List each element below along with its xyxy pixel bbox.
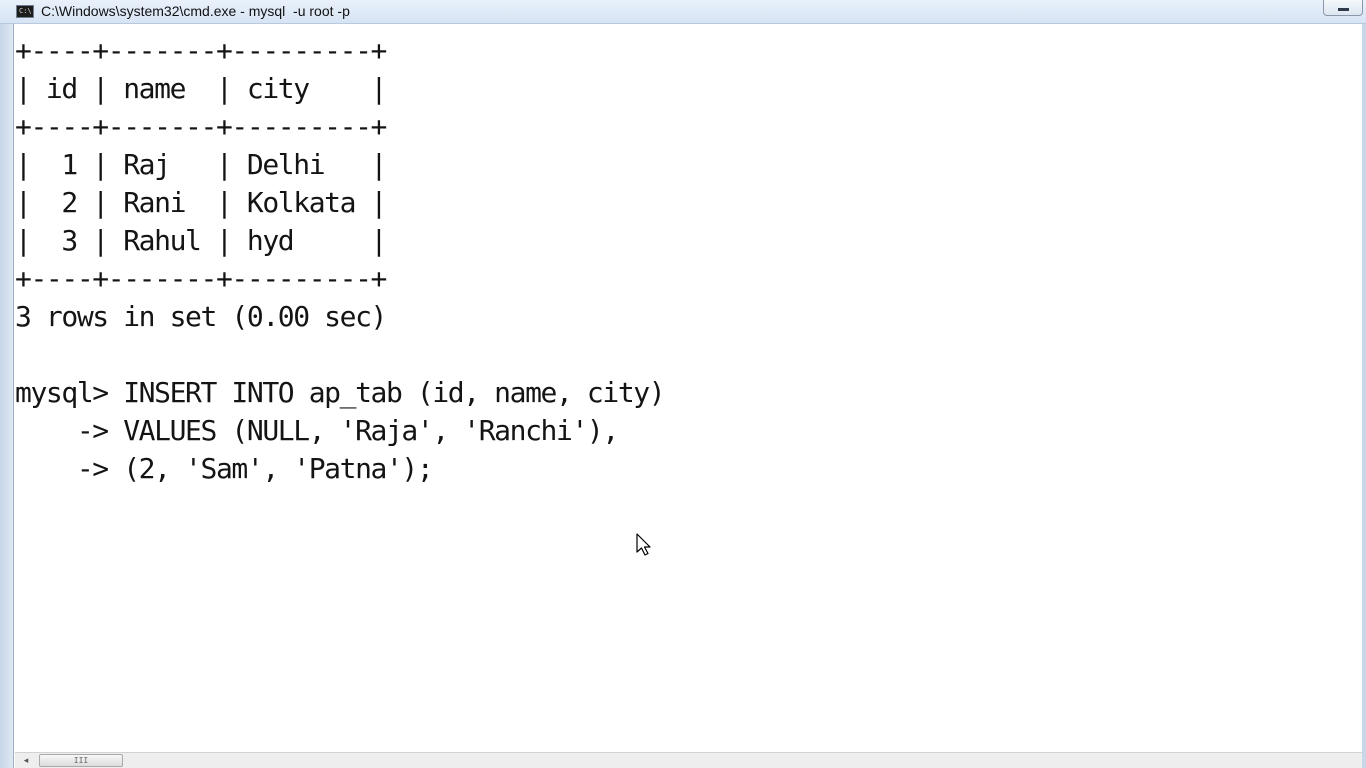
table-border-top: +----+-------+---------+	[15, 34, 387, 67]
scroll-left-arrow-icon[interactable]: ◂	[19, 754, 33, 768]
table-border-bottom: +----+-------+---------+	[15, 262, 387, 295]
continuation-line: -> VALUES (NULL, 'Raja', 'Ranchi'),	[15, 414, 619, 447]
cmd-icon: C:\	[16, 5, 34, 18]
mysql-prompt-line: mysql> INSERT INTO ap_tab (id, name, cit…	[15, 376, 666, 409]
horizontal-scrollbar[interactable]: ◂ III	[15, 752, 1362, 768]
window-title: C:\Windows\system32\cmd.exe - mysql -u r…	[41, 3, 350, 19]
table-row: | 2 | Rani | Kolkata |	[15, 186, 387, 219]
query-result-summary: 3 rows in set (0.00 sec)	[15, 300, 387, 333]
table-header-border: +----+-------+---------+	[15, 110, 387, 143]
left-window-frame	[0, 24, 14, 768]
table-row: | 3 | Rahul | hyd |	[15, 224, 387, 257]
title-bar[interactable]: C:\ C:\Windows\system32\cmd.exe - mysql …	[0, 0, 1366, 24]
cmd-window: C:\ C:\Windows\system32\cmd.exe - mysql …	[0, 0, 1366, 768]
minimize-icon	[1338, 8, 1349, 11]
console-output[interactable]: +----+-------+---------+ | id | name | c…	[15, 32, 1360, 752]
blank-line	[15, 336, 1360, 374]
continuation-line: -> (2, 'Sam', 'Patna');	[15, 452, 434, 485]
minimize-button[interactable]	[1323, 0, 1363, 16]
table-header-row: | id | name | city |	[15, 72, 387, 105]
right-window-frame	[1362, 24, 1366, 768]
mouse-pointer-icon	[636, 533, 651, 556]
table-row: | 1 | Raj | Delhi |	[15, 148, 387, 181]
scrollbar-thumb[interactable]: III	[39, 754, 123, 767]
